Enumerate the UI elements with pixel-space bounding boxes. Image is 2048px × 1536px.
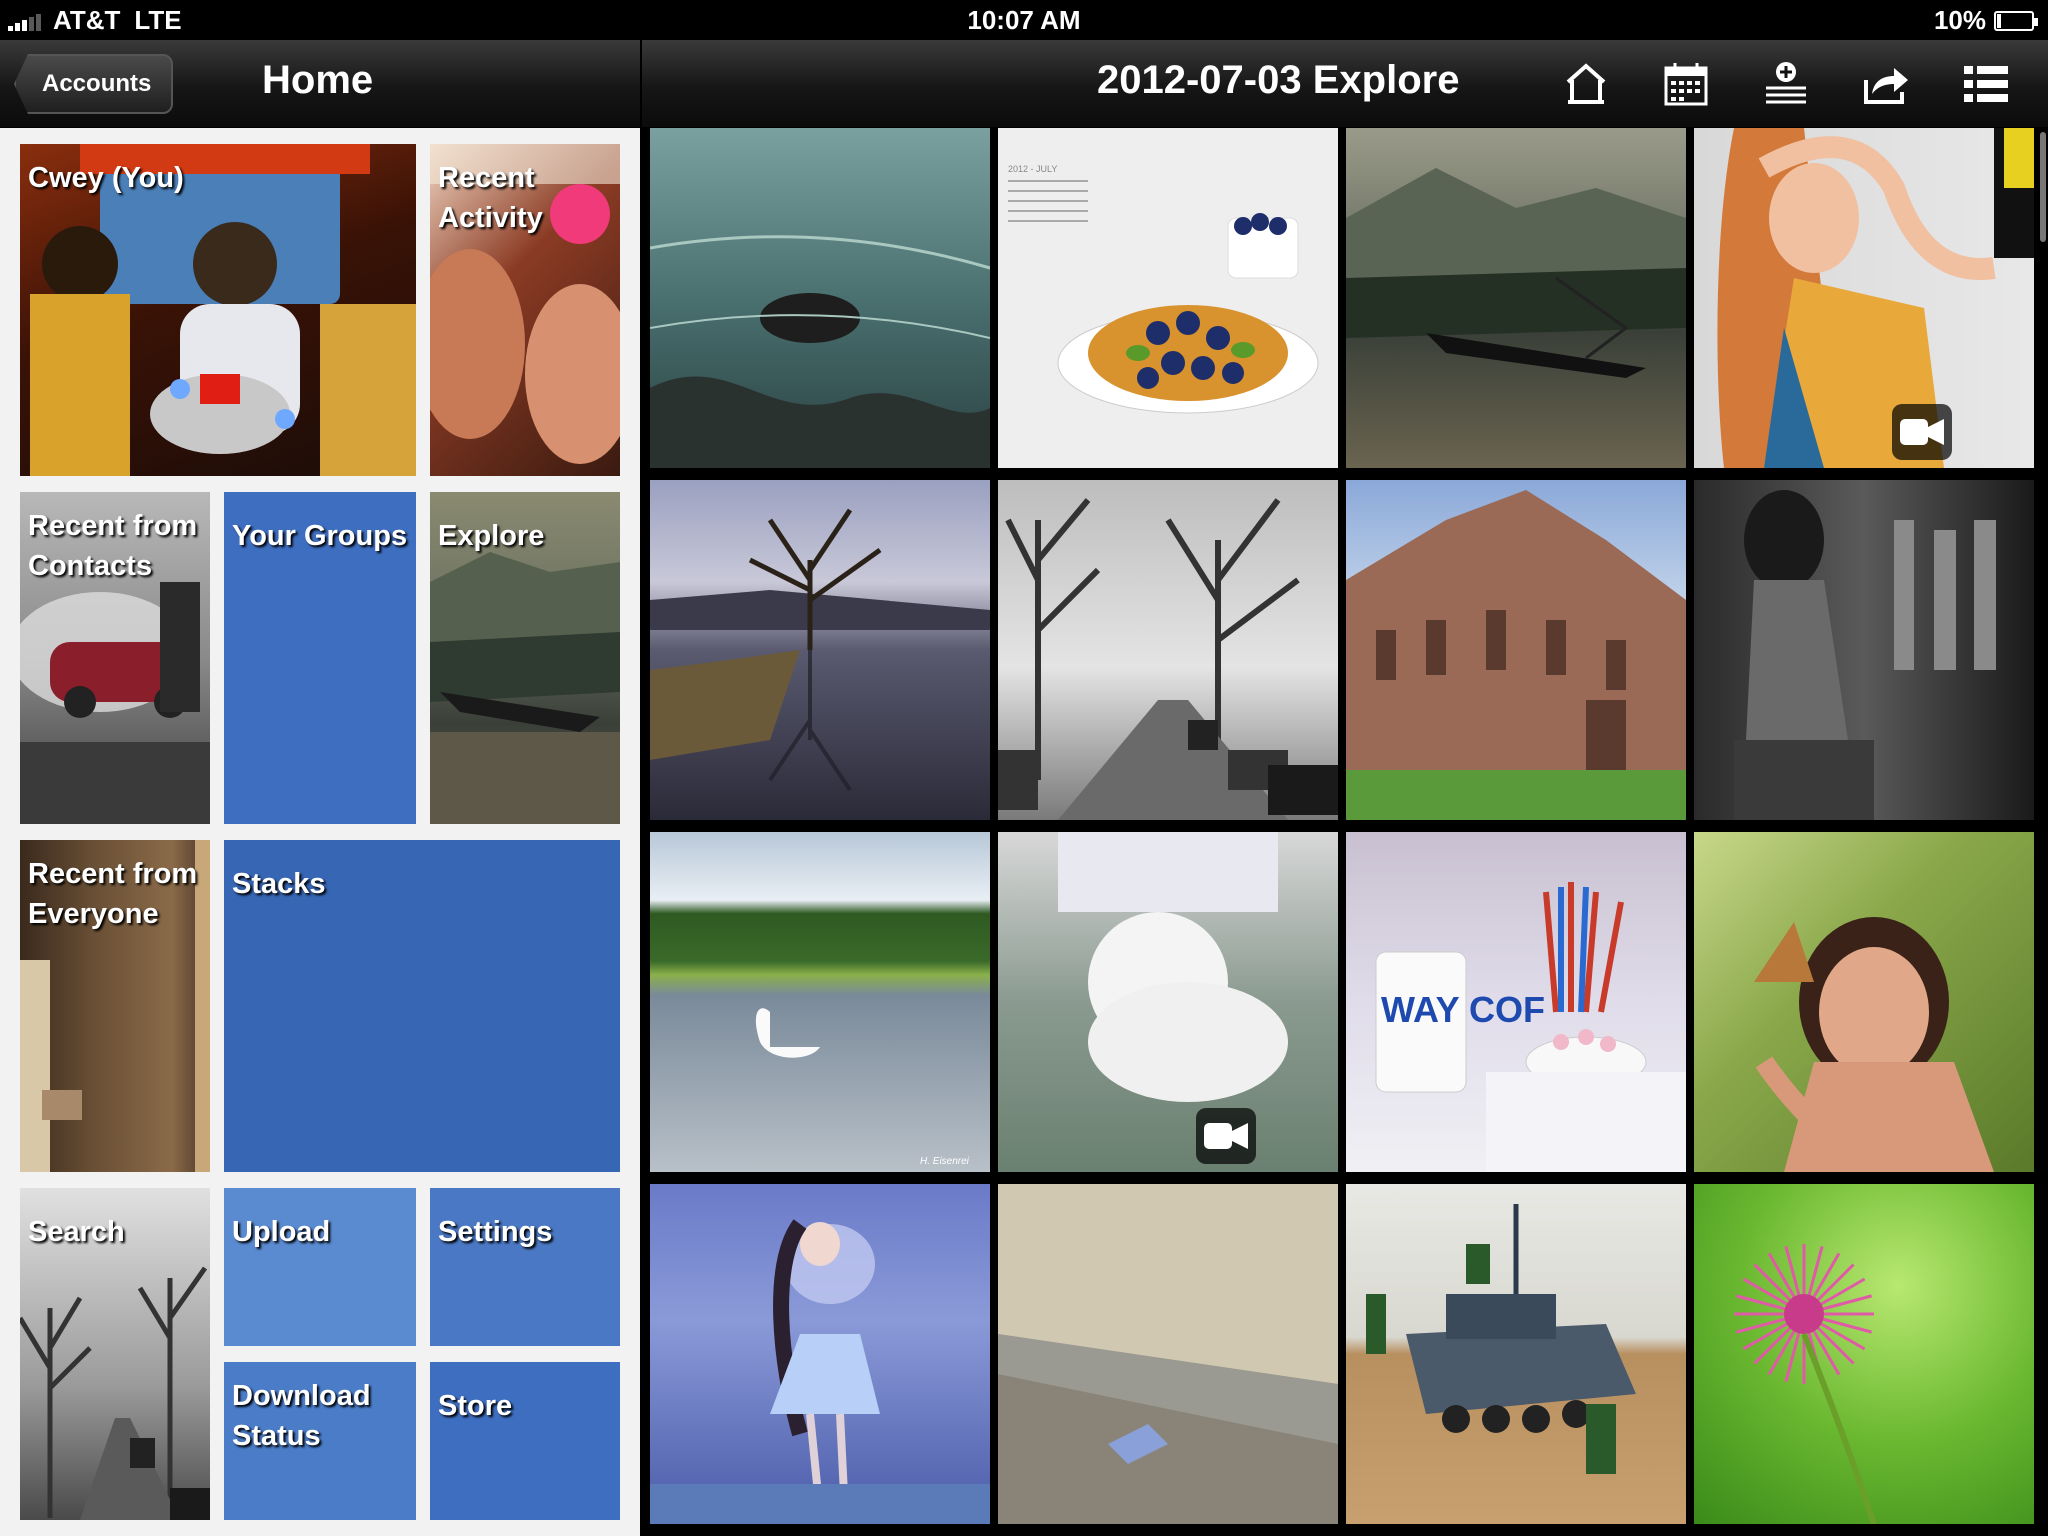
- tile-label: Cwey (You): [28, 162, 184, 194]
- tile-you[interactable]: Cwey (You): [20, 144, 416, 476]
- photo-thumb-waffle[interactable]: 2012 - JULY: [998, 128, 1338, 468]
- photo-credit: H. Eisenrei: [920, 1156, 970, 1167]
- photo-thumb-girl-hands[interactable]: [1694, 128, 2034, 468]
- calendar-icon[interactable]: [1660, 58, 1712, 110]
- calendar-text: 2012 - JULY: [1008, 164, 1057, 174]
- tile-label: Recent from Everyone: [28, 858, 198, 930]
- tile-label: Recent from Contacts: [28, 510, 198, 582]
- tile-label: Settings: [438, 1216, 553, 1248]
- page-title: Home: [262, 58, 374, 102]
- list-icon[interactable]: [1960, 58, 2012, 110]
- tile-store[interactable]: Store: [430, 1362, 620, 1520]
- tile-label: Recent Activity: [438, 162, 543, 234]
- photo-thumb-pencils-coffee[interactable]: WAY COF: [1346, 832, 1686, 1172]
- tile-label: Stacks: [232, 868, 326, 900]
- photo-thumb-puppy[interactable]: [998, 832, 1338, 1172]
- photo-thumb-smiling-woman[interactable]: [1694, 832, 2034, 1172]
- tile-label: Upload: [232, 1216, 331, 1248]
- explore-title: 2012-07-03 Explore: [1097, 58, 1460, 102]
- photo-thumb-sea-woman[interactable]: [650, 128, 990, 468]
- explore-panel: 2012-07-03 Explore 2012 - JULY H. Eisenr…: [642, 40, 2048, 1536]
- photo-thumb-swan[interactable]: H. Eisenrei: [650, 832, 990, 1172]
- photo-thumb-lego-tank[interactable]: [1346, 1184, 1686, 1524]
- tile-label: Search: [28, 1216, 125, 1248]
- photo-thumb-pink-flower[interactable]: [1694, 1184, 2034, 1524]
- tile-label: Explore: [438, 520, 545, 552]
- add-icon[interactable]: [1760, 58, 1812, 110]
- accounts-back-button[interactable]: Accounts: [14, 54, 174, 114]
- cup-text: WAY COF: [1381, 989, 1545, 1030]
- tile-recent-from-everyone[interactable]: Recent from Everyone: [20, 840, 210, 1172]
- scrollbar[interactable]: [2040, 132, 2046, 242]
- tile-stacks[interactable]: Stacks: [224, 840, 620, 1172]
- tile-recent-activity[interactable]: Recent Activity: [430, 144, 620, 476]
- status-bar: AT&T LTE 10:07 AM 10%: [0, 0, 2048, 40]
- video-icon: [1196, 1108, 1256, 1164]
- tile-settings[interactable]: Settings: [430, 1188, 620, 1346]
- photo-thumb-cliff-man[interactable]: [998, 1184, 1338, 1524]
- tile-upload[interactable]: Upload: [224, 1188, 416, 1346]
- tile-label: Store: [438, 1390, 513, 1422]
- tile-label: Download Status: [232, 1380, 371, 1452]
- tile-your-groups[interactable]: Your Groups: [224, 492, 416, 824]
- battery-icon: [1994, 10, 2038, 31]
- tile-download-status[interactable]: Download Status: [224, 1362, 416, 1520]
- clock: 10:07 AM: [967, 5, 1081, 35]
- tile-search[interactable]: Search: [20, 1188, 210, 1520]
- battery-percent: 10%: [1933, 5, 1986, 35]
- home-icon[interactable]: [1560, 58, 1612, 110]
- photo-thumb-fairy[interactable]: [650, 1184, 990, 1524]
- home-panel: Accounts Home Cwey (You) Recent Activity: [0, 40, 640, 1536]
- video-icon: [1892, 404, 1952, 460]
- tile-explore[interactable]: Explore: [430, 492, 620, 824]
- photo-thumb-palace[interactable]: [1346, 480, 1686, 820]
- home-navbar: Accounts Home: [0, 40, 640, 128]
- photo-thumb-woman-market[interactable]: [1694, 480, 2034, 820]
- photo-thumb-fisherman-boat[interactable]: [1346, 128, 1686, 468]
- tile-recent-from-contacts[interactable]: Recent from Contacts: [20, 492, 210, 824]
- explore-navbar: 2012-07-03 Explore: [642, 40, 2048, 128]
- photo-thumb-lake-tree[interactable]: [650, 480, 990, 820]
- photo-thumb-foggy-street[interactable]: [998, 480, 1338, 820]
- share-icon[interactable]: [1860, 58, 1912, 110]
- tile-label: Your Groups: [232, 520, 408, 552]
